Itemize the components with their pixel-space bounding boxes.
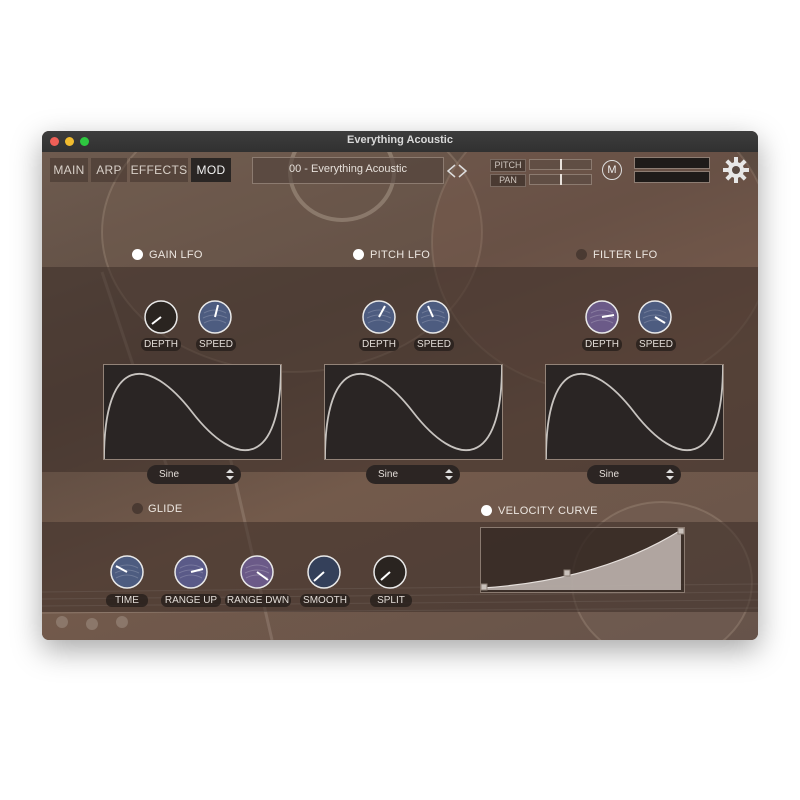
tab-arp[interactable]: ARP — [91, 158, 127, 182]
glide-range-down-label: RANGE DWN — [225, 594, 291, 607]
glide-time-knob[interactable] — [109, 554, 145, 590]
gear-icon[interactable] — [722, 156, 750, 184]
pitch-speed-knob[interactable] — [415, 299, 451, 335]
pitch-slider[interactable] — [529, 159, 592, 170]
select-arrows-icon — [445, 469, 453, 480]
gain-depth-label: DEPTH — [141, 338, 181, 351]
velocity-start-handle[interactable] — [480, 583, 488, 591]
glide-smooth-knob[interactable] — [306, 554, 342, 590]
gain-speed-label: SPEED — [196, 338, 236, 351]
velocity-curve-editor[interactable] — [480, 527, 685, 593]
tab-mod[interactable]: MOD — [191, 158, 231, 182]
output-meter-right — [634, 171, 710, 183]
pan-slider[interactable] — [529, 174, 592, 185]
select-arrows-icon — [226, 469, 234, 480]
glide-split-label: SPLIT — [370, 594, 412, 607]
gain-lfo-shape-select[interactable]: Sine — [147, 465, 241, 484]
velocity-mid-handle[interactable] — [563, 569, 571, 577]
glide-title: GLIDE — [148, 503, 183, 515]
title-bar: Everything Acoustic — [42, 131, 758, 153]
pitch-label: PITCH — [490, 159, 526, 172]
filter-depth-knob[interactable] — [584, 299, 620, 335]
select-arrows-icon — [666, 469, 674, 480]
glide-range-up-label: RANGE UP — [161, 594, 221, 607]
filter-depth-label: DEPTH — [582, 338, 622, 351]
pan-label: PAN — [490, 174, 526, 187]
chevron-left-icon[interactable] — [446, 164, 456, 178]
gain-lfo-waveform — [103, 364, 282, 460]
velocity-curve-title: VELOCITY CURVE — [498, 505, 598, 517]
pitch-lfo-title: PITCH LFO — [370, 249, 431, 261]
output-meter-left — [634, 157, 710, 169]
filter-speed-label: SPEED — [636, 338, 676, 351]
pitch-lfo-waveform — [324, 364, 503, 460]
pan-slider-thumb[interactable] — [560, 174, 562, 185]
preset-name: 00 - Everything Acoustic — [288, 163, 407, 175]
glide-range-up-knob[interactable] — [173, 554, 209, 590]
window-title: Everything Acoustic — [347, 134, 453, 146]
filter-lfo-waveform — [545, 364, 724, 460]
glide-toggle[interactable] — [132, 503, 143, 514]
glide-split-knob[interactable] — [372, 554, 408, 590]
glide-smooth-label: SMOOTH — [300, 594, 350, 607]
velocity-end-handle[interactable] — [677, 527, 685, 535]
tab-main[interactable]: MAIN — [50, 158, 88, 182]
m-button[interactable]: M — [602, 160, 622, 180]
tab-effects[interactable]: EFFECTS — [130, 158, 188, 182]
pitch-lfo-shape-select[interactable]: Sine — [366, 465, 460, 484]
glide-range-down-knob[interactable] — [239, 554, 275, 590]
pitch-speed-label: SPEED — [414, 338, 454, 351]
pitch-lfo-shape-value: Sine — [378, 469, 399, 480]
filter-lfo-shape-select[interactable]: Sine — [587, 465, 681, 484]
filter-speed-knob[interactable] — [637, 299, 673, 335]
pitch-depth-label: DEPTH — [359, 338, 399, 351]
filter-lfo-toggle[interactable] — [576, 249, 587, 260]
plugin-content: MAIN ARP EFFECTS MOD 00 - Everything Aco… — [42, 152, 758, 640]
pitch-lfo-toggle[interactable] — [353, 249, 364, 260]
filter-lfo-shape-value: Sine — [599, 469, 620, 480]
gain-depth-knob[interactable] — [143, 299, 179, 335]
glide-time-label: TIME — [106, 594, 148, 607]
gain-lfo-title: GAIN LFO — [149, 249, 203, 261]
velocity-curve-toggle[interactable] — [481, 505, 492, 516]
pitch-depth-knob[interactable] — [361, 299, 397, 335]
gain-lfo-toggle[interactable] — [132, 249, 143, 260]
pitch-slider-thumb[interactable] — [560, 159, 562, 170]
filter-lfo-title: FILTER LFO — [593, 249, 658, 261]
chevron-right-icon[interactable] — [458, 164, 468, 178]
gain-lfo-shape-value: Sine — [159, 469, 180, 480]
preset-nav — [446, 164, 468, 178]
gain-speed-knob[interactable] — [197, 299, 233, 335]
plugin-window: Everything Acoustic MAIN ARP EFFECTS MOD… — [42, 131, 758, 640]
preset-selector[interactable]: 00 - Everything Acoustic — [252, 157, 468, 184]
